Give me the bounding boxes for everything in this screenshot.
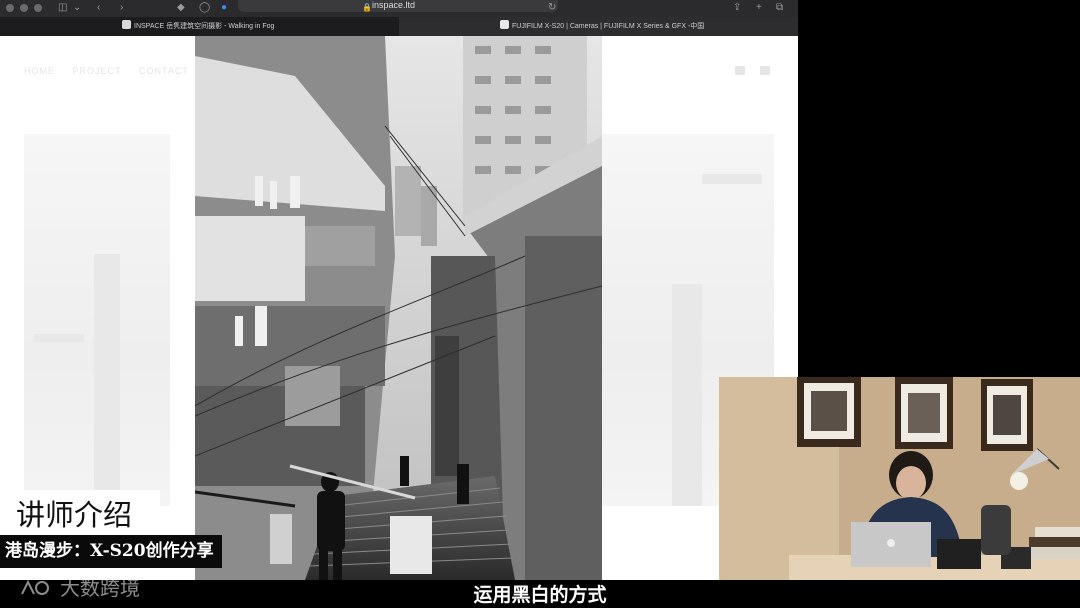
featured-photo[interactable]	[195, 36, 602, 580]
tab-label: INSPACE 岳隽建筑空间摄影 - Walking in Fog	[134, 23, 275, 30]
nav-contact[interactable]: CONTACT	[139, 66, 189, 76]
chevron-down-icon[interactable]: ⌄	[73, 2, 81, 14]
webcam-feed	[719, 377, 1080, 580]
fujifilm-favicon-icon	[500, 20, 509, 29]
presenter-illustration	[719, 377, 1080, 580]
social-icon[interactable]	[735, 66, 745, 75]
extension-icon[interactable]: ◆	[177, 2, 185, 14]
nav-home[interactable]: HOME	[24, 66, 55, 76]
nav-project[interactable]: PROJECT	[73, 66, 122, 76]
tab-bar: INSPACE 岳隽建筑空间摄影 - Walking in Fog FUJIFI…	[0, 17, 798, 36]
tab-inspace[interactable]: INSPACE 岳隽建筑空间摄影 - Walking in Fog	[116, 17, 399, 36]
lecturer-title: 讲师介绍	[16, 498, 133, 532]
street-photo-illustration	[195, 36, 602, 580]
mail-icon[interactable]	[760, 66, 770, 75]
background-image-left	[24, 134, 170, 506]
close-window-button[interactable]	[6, 4, 14, 12]
zoom-window-button[interactable]	[34, 4, 42, 12]
plus-icon[interactable]: +	[756, 2, 762, 14]
browser-extension-icon[interactable]: ●	[221, 2, 227, 14]
minimize-window-button[interactable]	[20, 4, 28, 12]
tabs-overview-icon[interactable]: ⧉	[776, 2, 783, 14]
browser-toolbar: ◫ ⌄ ‹ › ◆ ◯ ● 🔒 inspace.ltd ↻ ⇪ + ⧉	[0, 0, 798, 17]
address-url: inspace.ltd	[372, 0, 416, 10]
lock-icon: 🔒	[362, 3, 372, 12]
forward-arrow-icon[interactable]: ›	[120, 2, 123, 14]
shield-icon[interactable]: ◯	[199, 2, 210, 14]
tab-label: FUJIFILM X-S20 | Cameras | FUJIFILM X Se…	[512, 23, 705, 30]
sidebar-icon[interactable]: ◫	[58, 2, 67, 14]
reload-icon[interactable]: ↻	[548, 2, 556, 14]
tab-fujifilm[interactable]: FUJIFILM X-S20 | Cameras | FUJIFILM X Se…	[399, 17, 798, 36]
share-icon[interactable]: ⇪	[733, 2, 741, 14]
video-caption: 运用黑白的方式	[473, 584, 607, 606]
back-arrow-icon[interactable]: ‹	[97, 2, 100, 14]
talk-subtitle: 港岛漫步：X-S20创作分享	[5, 541, 214, 561]
site-nav: HOME PROJECT CONTACT	[24, 66, 203, 76]
inspace-favicon-icon	[122, 20, 131, 29]
